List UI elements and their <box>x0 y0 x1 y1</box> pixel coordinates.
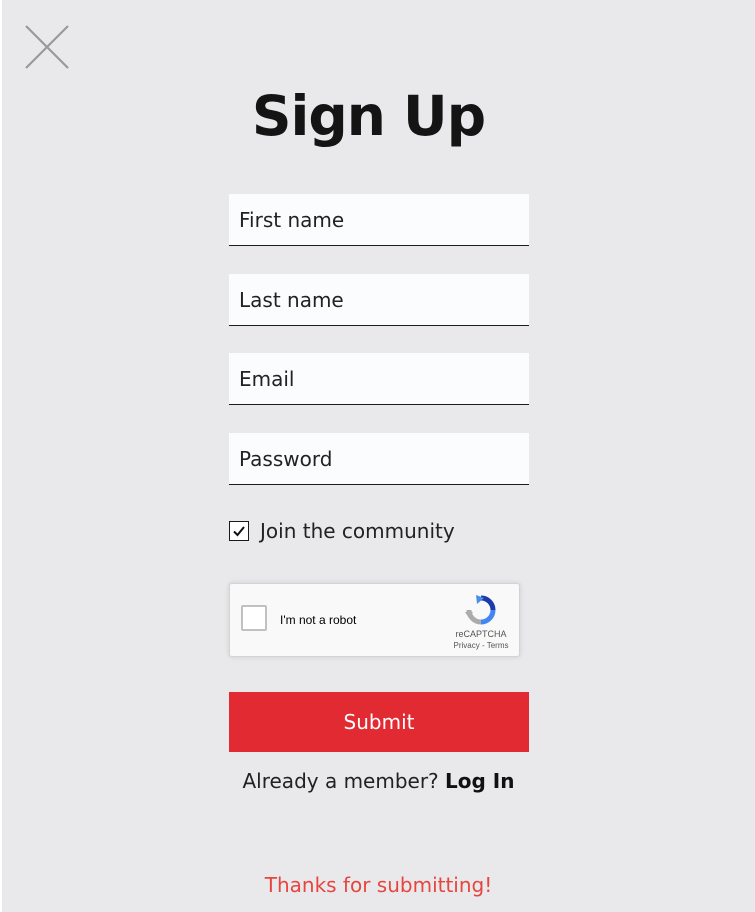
password-field[interactable] <box>229 433 529 485</box>
success-message: Thanks for submitting! <box>264 873 493 897</box>
recaptcha-brand: reCAPTCHA <box>455 629 507 639</box>
first-name-field[interactable] <box>229 194 529 246</box>
join-community-checkbox[interactable] <box>229 521 249 541</box>
recaptcha-label: I'm not a robot <box>280 613 357 627</box>
signup-dialog: Sign Up Join the community I'm not a rob… <box>2 0 755 912</box>
checkmark-icon <box>233 526 245 537</box>
close-icon[interactable] <box>24 24 70 70</box>
recaptcha-logo-icon <box>465 595 496 625</box>
recaptcha-privacy-terms-links[interactable]: Privacy - Terms <box>444 641 518 650</box>
email-field[interactable] <box>229 353 529 405</box>
login-link[interactable]: Log In <box>445 769 514 793</box>
submit-button[interactable]: Submit <box>229 692 529 752</box>
last-name-field[interactable] <box>229 274 529 326</box>
login-prompt: Already a member? Log In <box>2 769 755 793</box>
join-community-option[interactable]: Join the community <box>229 518 455 544</box>
join-community-label: Join the community <box>260 519 455 543</box>
page-title: Sign Up <box>251 84 486 148</box>
login-prompt-text: Already a member? <box>242 769 439 793</box>
recaptcha-widget: I'm not a robot reCAPTCHA Privacy - Term… <box>229 583 520 657</box>
recaptcha-checkbox[interactable] <box>241 605 267 631</box>
